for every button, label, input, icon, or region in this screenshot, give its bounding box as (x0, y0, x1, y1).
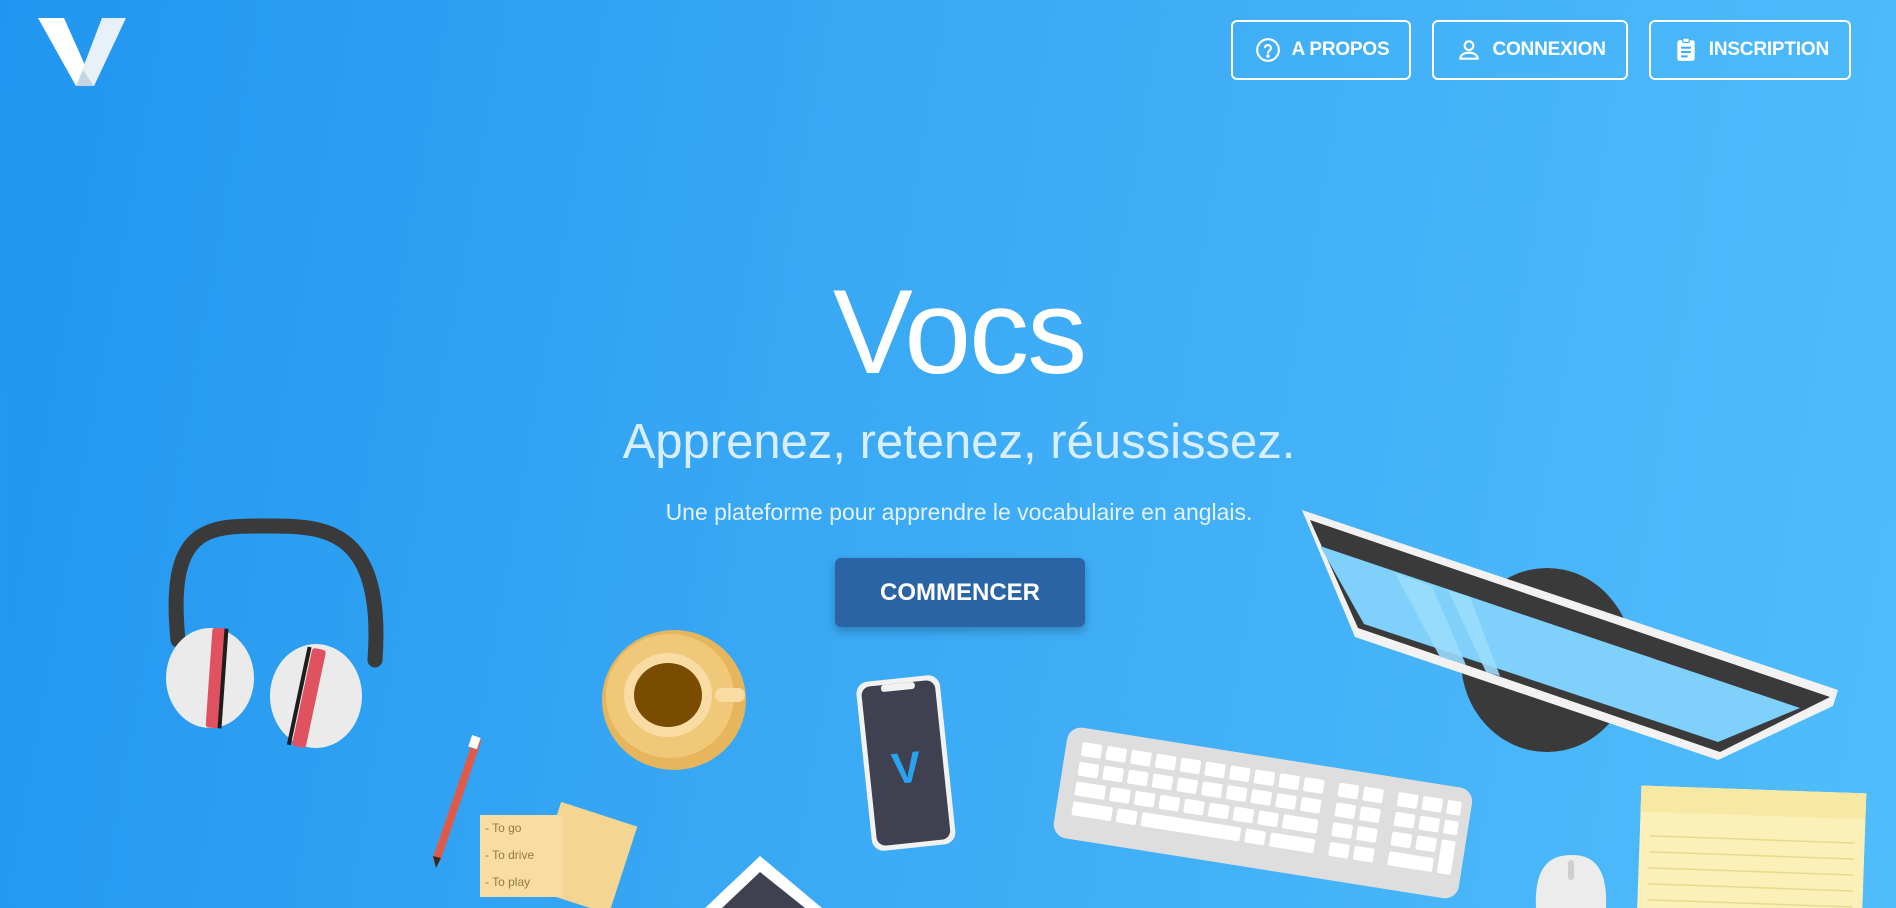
help-circle-icon (1256, 38, 1281, 62)
hero-title: Vocs (832, 265, 1087, 399)
top-nav: A PROPOS CONNEXION INSCRIPTION (1231, 20, 1851, 80)
mouse-icon (1535, 855, 1607, 908)
signup-button[interactable]: INSCRIPTION (1648, 20, 1851, 80)
coffee-cup-icon (602, 630, 746, 770)
v-logo-icon[interactable] (38, 12, 128, 90)
login-button-label: CONNEXION (1492, 39, 1606, 60)
phone-logo: V (889, 743, 924, 795)
clipboard-icon (1677, 37, 1695, 61)
sticky-note-line: - To drive (485, 848, 534, 862)
pencil-icon (433, 735, 481, 868)
tablet-icon (705, 856, 822, 908)
keyboard-icon (1053, 727, 1473, 899)
phone-icon: V (856, 675, 956, 851)
user-icon (1459, 40, 1480, 60)
sticky-note-line: - To go (485, 821, 522, 835)
notepad-icon (1636, 785, 1867, 908)
login-button[interactable]: CONNEXION (1432, 20, 1628, 80)
about-button-label: A PROPOS (1291, 39, 1390, 60)
start-button[interactable]: COMMENCER (835, 558, 1085, 627)
signup-button-label: INSCRIPTION (1708, 39, 1829, 60)
hero-subtitle: Une plateforme pour apprendre le vocabul… (665, 499, 1253, 525)
sticky-notes-icon: - To go - To drive - To play (480, 801, 638, 908)
monitor-icon (1302, 510, 1838, 760)
hero-tagline: Apprenez, retenez, réussissez. (622, 415, 1296, 469)
headphones-icon (166, 518, 384, 748)
sticky-note-line: - To play (485, 875, 530, 889)
about-button[interactable]: A PROPOS (1231, 20, 1412, 80)
